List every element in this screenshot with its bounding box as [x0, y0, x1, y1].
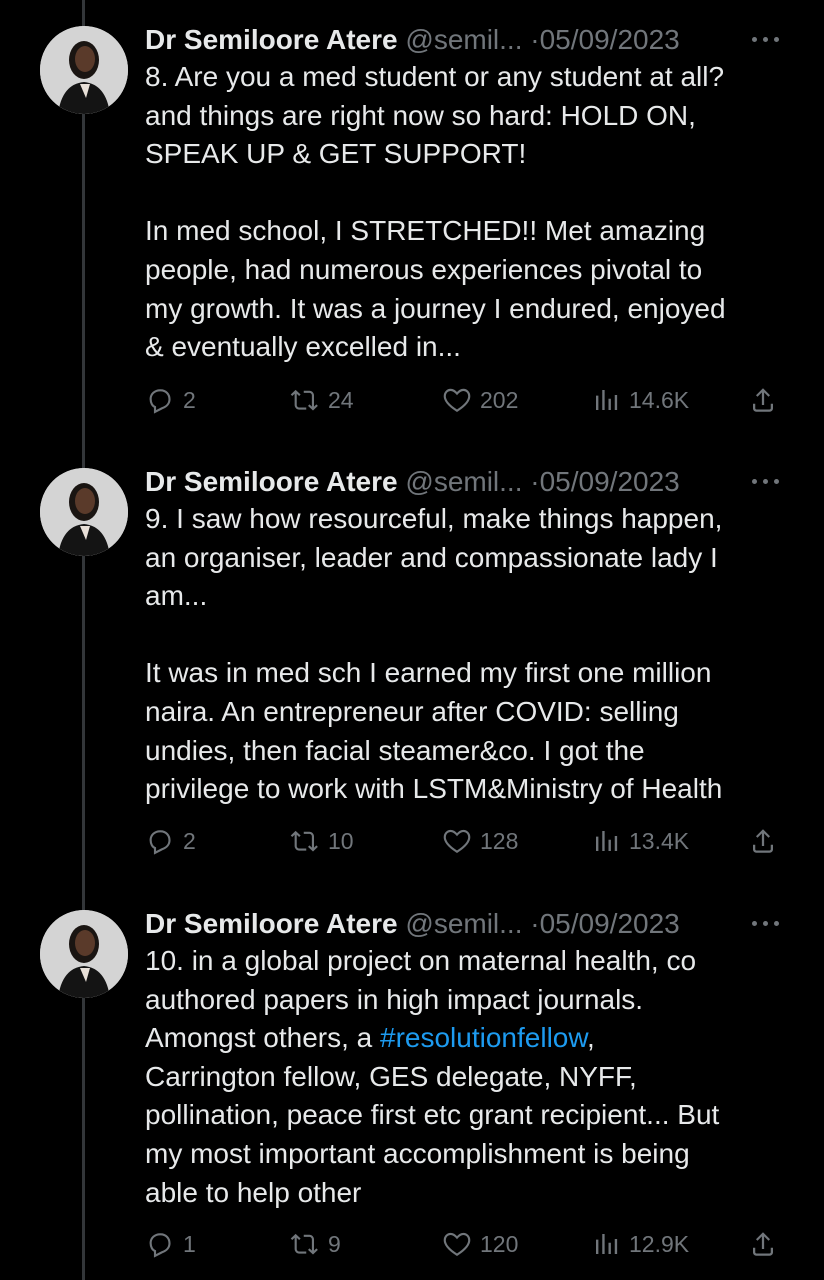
tweet-line: authored papers in high impact journals.	[145, 983, 644, 1015]
reply-icon	[149, 830, 171, 855]
views-count: 12.9K	[629, 1230, 690, 1257]
like-count: 128	[480, 827, 519, 854]
tweet-line: 8. Are you a med student or any student …	[145, 61, 725, 92]
tweet-text: 8. Are you a med student or any student …	[145, 58, 795, 367]
views-icon	[596, 831, 618, 851]
tweet-line: pollination, peace first etc grant recip…	[145, 1099, 720, 1131]
share-button[interactable]	[748, 1226, 778, 1262]
separator: ·	[530, 908, 540, 939]
tweet-actions: 2 24 202 14.6K	[145, 382, 785, 418]
tweet-line: people, had numerous experiences pivotal…	[145, 253, 703, 285]
tweet-line: undies, then facial steamer&co. I got th…	[145, 734, 645, 766]
reply-count: 1	[183, 1230, 196, 1257]
share-button[interactable]	[748, 382, 778, 418]
author-name[interactable]: Dr Semiloore Atere	[145, 24, 398, 55]
tweet-line: In med school, I STRETCHED!! Met amazing	[145, 215, 706, 247]
tweet-text: 10. in a global project on maternal heal…	[145, 942, 795, 1212]
like-button[interactable]: 202	[442, 382, 518, 418]
tweet-header: Dr Semiloore Atere @semil... ·05/09/2023	[145, 20, 784, 60]
more-dots-icon[interactable]	[750, 918, 782, 930]
tweet-line	[145, 616, 795, 655]
retweet-button[interactable]: 24	[290, 382, 354, 418]
share-icon	[753, 829, 773, 853]
reply-button[interactable]: 1	[145, 1226, 196, 1262]
views-count: 14.6K	[629, 386, 690, 413]
tweet-line: am...	[145, 580, 208, 612]
tweet-line: naira. An entrepreneur after COVID: sell…	[145, 695, 679, 727]
heart-icon	[443, 829, 471, 854]
author-avatar[interactable]	[40, 468, 128, 556]
tweet-header: Dr Semiloore Atere @semil... ·05/09/2023	[145, 904, 784, 944]
reply-button[interactable]: 2	[145, 823, 196, 859]
tweet-line: Amongst others, a #resolutionfellow,	[145, 1019, 795, 1058]
reply-icon	[149, 389, 171, 414]
author-handle[interactable]: @semil...	[405, 908, 522, 939]
heart-icon	[443, 1232, 471, 1257]
tweet-text: 9. I saw how resourceful, make things ha…	[145, 500, 795, 809]
tweet-actions: 2 10 128 13.4K	[145, 823, 785, 859]
share-icon	[753, 388, 773, 412]
tweet-date[interactable]: 05/09/2023	[540, 24, 680, 55]
share-icon	[753, 1232, 773, 1256]
tweet-date[interactable]: 05/09/2023	[540, 908, 680, 939]
retweet-button[interactable]: 9	[290, 1226, 341, 1262]
separator: ·	[530, 24, 540, 55]
tweet-actions: 1 9 120 12.9K	[145, 1226, 785, 1262]
retweet-icon	[290, 830, 318, 852]
tweet-line: privilege to work with LSTM&Ministry of …	[145, 773, 723, 805]
tweet-line: my most important accomplishment is bein…	[145, 1137, 690, 1169]
tweet-line: 9. I saw how resourceful, make things ha…	[145, 503, 723, 534]
tweet-line: & eventually excelled in...	[145, 331, 461, 363]
tweet-line	[145, 174, 795, 213]
retweet-count: 10	[328, 827, 354, 854]
retweet-count: 24	[328, 386, 354, 413]
author-avatar[interactable]	[40, 26, 128, 114]
views-button[interactable]: 12.9K	[591, 1226, 689, 1262]
author-avatar[interactable]	[40, 910, 128, 998]
tweet-line: 10. in a global project on maternal heal…	[145, 945, 697, 976]
tweet-line: Carrington fellow, GES delegate, NYFF,	[145, 1060, 637, 1092]
tweet-line: SPEAK UP & GET SUPPORT!	[145, 138, 527, 170]
retweet-icon	[290, 389, 318, 411]
views-button[interactable]: 13.4K	[591, 823, 689, 859]
tweet-date[interactable]: 05/09/2023	[540, 466, 680, 497]
views-icon	[596, 1234, 618, 1254]
tweet-line-text: Amongst others, a	[145, 1022, 381, 1054]
reply-button[interactable]: 2	[145, 382, 196, 418]
like-count: 202	[480, 386, 519, 413]
retweet-icon	[290, 1233, 318, 1255]
retweet-count: 9	[328, 1230, 341, 1257]
separator: ·	[530, 466, 540, 497]
retweet-button[interactable]: 10	[290, 823, 354, 859]
author-handle[interactable]: @semil...	[405, 24, 522, 55]
share-button[interactable]	[748, 823, 778, 859]
like-button[interactable]: 128	[442, 823, 518, 859]
like-button[interactable]: 120	[442, 1226, 518, 1262]
author-handle[interactable]: @semil...	[405, 466, 522, 497]
tweet-line: an organiser, leader and compassionate l…	[145, 541, 718, 573]
more-dots-icon[interactable]	[750, 34, 782, 46]
tweet-line: and things are right now so hard: HOLD O…	[145, 99, 696, 131]
like-count: 120	[480, 1230, 519, 1257]
reply-icon	[149, 1233, 171, 1258]
reply-count: 2	[183, 827, 196, 854]
views-button[interactable]: 14.6K	[591, 382, 689, 418]
thread-connector-line	[82, 0, 85, 1280]
views-icon	[596, 390, 618, 410]
author-name[interactable]: Dr Semiloore Atere	[145, 466, 398, 497]
heart-icon	[443, 388, 471, 413]
hashtag-link[interactable]: #resolutionfellow	[380, 1022, 587, 1053]
views-count: 13.4K	[629, 827, 690, 854]
reply-count: 2	[183, 386, 196, 413]
avatar-photo	[40, 26, 128, 114]
punctuation: ,	[587, 1022, 595, 1054]
tweet-line: my growth. It was a journey I endured, e…	[145, 292, 726, 324]
tweet-header: Dr Semiloore Atere @semil... ·05/09/2023	[145, 462, 784, 502]
tweet-line: able to help other	[145, 1176, 362, 1208]
author-name[interactable]: Dr Semiloore Atere	[145, 908, 398, 939]
avatar-photo	[40, 468, 128, 556]
more-dots-icon[interactable]	[750, 476, 782, 488]
avatar-photo	[40, 910, 128, 998]
tweet-line: It was in med sch I earned my first one …	[145, 657, 712, 689]
